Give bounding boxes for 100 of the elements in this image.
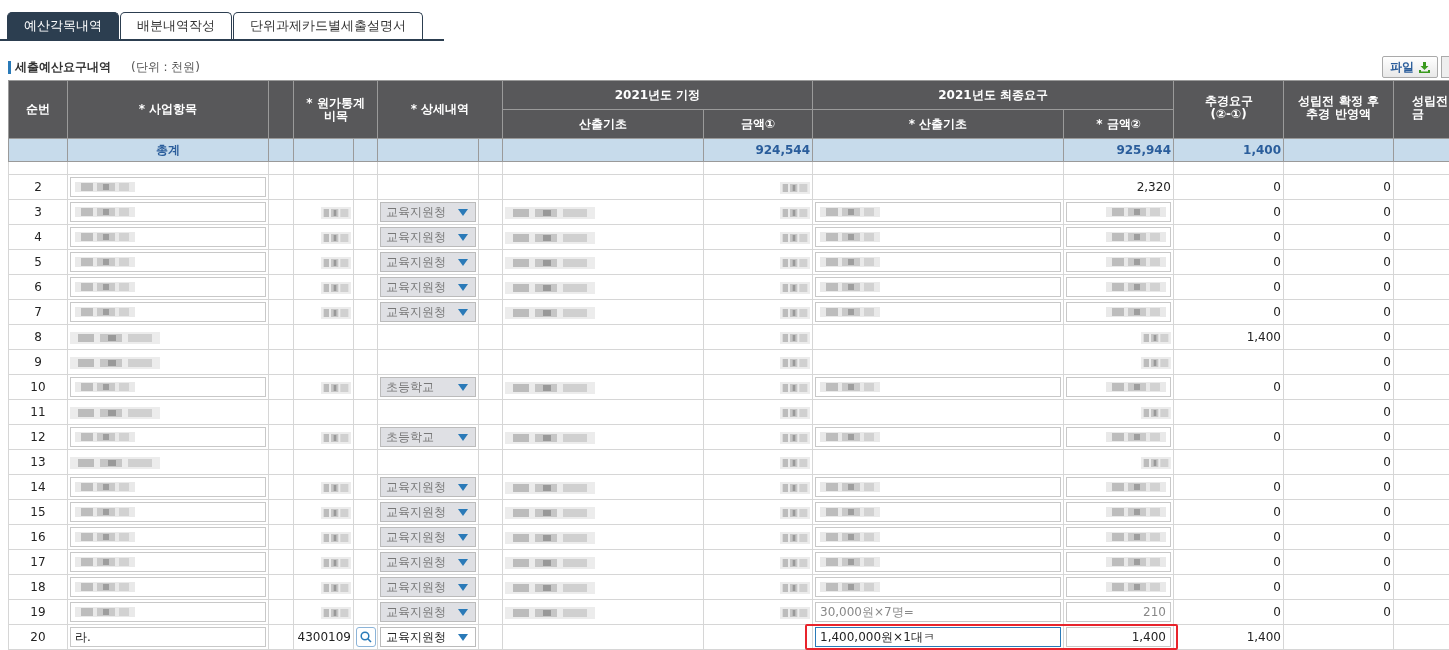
dropdown-arrow-icon — [458, 633, 468, 641]
tab[interactable]: 단위과제카드별세출설명서 — [233, 12, 423, 39]
input-field[interactable] — [70, 202, 266, 222]
table-cell: 0 — [1383, 530, 1391, 544]
table-cell: 0 — [1383, 480, 1391, 494]
row-number: 10 — [30, 380, 46, 394]
input-field[interactable] — [70, 252, 266, 272]
input-field[interactable] — [815, 252, 1061, 272]
row-number: 18 — [30, 580, 46, 594]
table-cell: 0 — [1383, 505, 1391, 519]
dropdown-arrow-icon — [458, 208, 468, 216]
input-field[interactable] — [1066, 427, 1171, 447]
dropdown-arrow-icon — [458, 258, 468, 266]
dropdown-arrow-icon — [458, 383, 468, 391]
search-button[interactable] — [356, 627, 376, 647]
table-cell: 1,400 — [1246, 330, 1281, 344]
input-field[interactable] — [70, 527, 266, 547]
input-field[interactable] — [815, 577, 1061, 597]
table-cell: 0 — [1383, 380, 1391, 394]
dropdown-arrow-icon — [458, 508, 468, 516]
table-cell: 0 — [1383, 330, 1391, 344]
table-cell: 0 — [1383, 280, 1391, 294]
input-field[interactable] — [1066, 552, 1171, 572]
column-header: 성립전 확정 후 추경 반영액 — [1298, 94, 1379, 121]
row-number: 3 — [34, 205, 42, 219]
input-field[interactable] — [815, 552, 1061, 572]
column-header: * 산출기초 — [908, 116, 968, 131]
input-field[interactable] — [1066, 227, 1171, 247]
input-field[interactable] — [1066, 502, 1171, 522]
table-cell: 0 — [1383, 430, 1391, 444]
input-field[interactable] — [70, 227, 266, 247]
table-cell: 0 — [1383, 455, 1391, 469]
table-cell: 0 — [1273, 530, 1281, 544]
input-field[interactable] — [815, 377, 1061, 397]
column-header: * 사업항목 — [138, 102, 198, 116]
input-field[interactable] — [815, 427, 1061, 447]
column-header: * 금액② — [1096, 116, 1141, 131]
detail-dropdown[interactable]: 교육지원청 — [380, 627, 476, 647]
input-field[interactable]: 1,400 — [1066, 627, 1171, 647]
table-cell: 0 — [1273, 380, 1281, 394]
input-field[interactable]: 1,400,000원×1대ㅋ — [815, 627, 1061, 647]
input-field[interactable] — [1066, 377, 1171, 397]
table-cell: 0 — [1273, 430, 1281, 444]
dropdown-arrow-icon — [458, 483, 468, 491]
toolbar-button[interactable] — [1441, 56, 1449, 78]
input-field[interactable] — [70, 477, 266, 497]
column-header: 금액① — [740, 116, 776, 131]
total-cell: 925,944 — [1116, 143, 1172, 157]
tab[interactable]: 예산각목내역 — [7, 12, 119, 39]
row-number: 7 — [34, 305, 42, 319]
input-field[interactable] — [70, 427, 266, 447]
file-button[interactable]: 파일 — [1382, 56, 1438, 78]
input-field[interactable] — [815, 302, 1061, 322]
table-cell: 0 — [1383, 230, 1391, 244]
tab[interactable]: 배분내역작성 — [120, 12, 232, 39]
input-field[interactable] — [70, 277, 266, 297]
input-field[interactable] — [70, 502, 266, 522]
total-cell: 1,400 — [1243, 143, 1282, 157]
input-field[interactable] — [815, 202, 1061, 222]
input-field[interactable] — [815, 527, 1061, 547]
input-field[interactable] — [70, 377, 266, 397]
input-field[interactable] — [1066, 302, 1171, 322]
total-cell: 924,544 — [755, 143, 811, 157]
input-field[interactable] — [1066, 477, 1171, 497]
table-cell: 0 — [1383, 255, 1391, 269]
input-field[interactable] — [70, 177, 266, 197]
table-cell: 0 — [1273, 230, 1281, 244]
column-header: * 원가통계 비목 — [306, 95, 365, 123]
input-field[interactable] — [70, 302, 266, 322]
input-field[interactable] — [1066, 202, 1171, 222]
input-field[interactable] — [815, 227, 1061, 247]
input-field[interactable] — [1066, 577, 1171, 597]
input-field[interactable] — [70, 577, 266, 597]
column-header: 산출기초 — [579, 116, 628, 131]
input-field[interactable] — [70, 602, 266, 622]
column-header: 2021년도 최종요구 — [938, 87, 1048, 102]
column-header: 성립전 금 — [1412, 94, 1449, 121]
row-number: 8 — [34, 330, 42, 344]
dropdown-arrow-icon — [458, 608, 468, 616]
input-field[interactable] — [1066, 252, 1171, 272]
dropdown-arrow-icon — [458, 308, 468, 316]
column-header: 2021년도 기정 — [614, 87, 701, 102]
input-field[interactable] — [1066, 527, 1171, 547]
dropdown-arrow-icon — [458, 558, 468, 566]
input-field[interactable]: 라. — [70, 627, 266, 647]
input-field[interactable] — [815, 277, 1061, 297]
input-field[interactable] — [815, 502, 1061, 522]
dropdown-arrow-icon — [458, 283, 468, 291]
row-number: 20 — [30, 630, 46, 644]
table-cell: 0 — [1383, 580, 1391, 594]
row-number: 12 — [30, 430, 46, 444]
table-cell: 0 — [1273, 255, 1281, 269]
table-cell: 0 — [1383, 205, 1391, 219]
column-header: 추경요구 (②-①) — [1204, 94, 1253, 121]
input-field[interactable] — [70, 552, 266, 572]
input-field[interactable] — [1066, 277, 1171, 297]
table-cell: 0 — [1383, 555, 1391, 569]
table-cell: 0 — [1383, 405, 1391, 419]
row-number: 14 — [30, 480, 46, 494]
input-field[interactable] — [815, 477, 1061, 497]
